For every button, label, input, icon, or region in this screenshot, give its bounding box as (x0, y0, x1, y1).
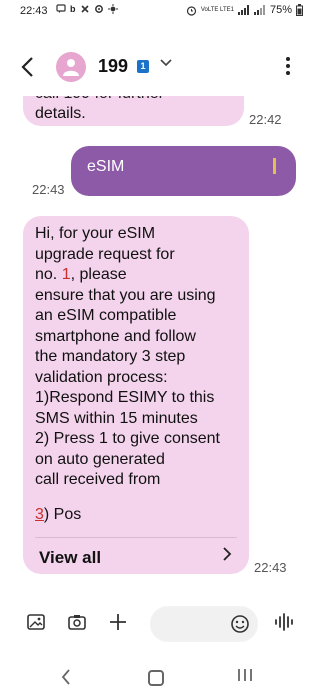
view-all-button[interactable]: View all (39, 548, 101, 568)
battery-text: 75% (269, 4, 292, 16)
outgoing-message[interactable]: eSIM (71, 146, 296, 196)
plus-icon[interactable] (108, 612, 130, 634)
nav-recents-button[interactable] (236, 666, 254, 689)
more-options-button[interactable] (283, 54, 293, 80)
message-text-last: 3) Pos (35, 505, 237, 525)
chevron-left-icon (21, 57, 33, 77)
cursor-mark (273, 158, 276, 174)
battery-icon (296, 4, 303, 16)
dot (286, 71, 290, 75)
dot (286, 64, 290, 68)
back-button[interactable] (18, 54, 44, 80)
status-right: VoLTE LTE1 75% (186, 4, 303, 16)
message-text: eSIM (87, 158, 125, 175)
status-bar: 22:43 b VoLTE LTE1 75% (0, 0, 315, 24)
message-text: Hi, for your eSIM upgrade request for no… (35, 224, 237, 491)
composer-bar (0, 598, 315, 650)
status-time: 22:43 (20, 5, 48, 17)
signal-icon (237, 5, 249, 15)
nav-back-button[interactable] (60, 668, 72, 692)
nav-home-button[interactable] (148, 670, 164, 686)
alarm-icon (186, 5, 196, 16)
link-number[interactable]: 3 (35, 506, 44, 523)
camera-icon[interactable] (67, 612, 89, 634)
redacted-number: 1 (61, 266, 71, 283)
person-icon (63, 59, 79, 76)
network-label: VoLTE LTE1 (200, 7, 234, 13)
sun-icon (107, 4, 118, 14)
x-icon (80, 5, 89, 13)
chevron-right-icon[interactable] (221, 546, 233, 567)
message-text-partial: call 199 for further (35, 96, 232, 104)
emoji-icon[interactable] (230, 614, 250, 639)
divider (35, 537, 237, 538)
voice-icon[interactable] (274, 612, 296, 634)
message-list[interactable]: call 199 for further details. 22:42 eSIM… (0, 96, 315, 586)
message-icon (56, 4, 66, 13)
signal-icon (253, 5, 265, 15)
chevron-down-icon[interactable] (160, 57, 172, 71)
message-input[interactable] (150, 606, 258, 642)
system-nav-bar (0, 664, 315, 700)
avatar[interactable] (56, 52, 86, 82)
gallery-icon[interactable] (26, 612, 48, 634)
notification-icons: b (56, 4, 118, 14)
message-text: details. (35, 105, 86, 122)
message-text-part: , please ensure that you are using an eS… (35, 266, 220, 488)
message-text-part: ) Pos (43, 505, 82, 523)
incoming-message[interactable]: call 199 for further details. (23, 96, 244, 126)
message-time: 22:43 (32, 182, 65, 197)
dot (286, 57, 290, 61)
message-time: 22:42 (249, 112, 282, 127)
incoming-message[interactable]: Hi, for your eSIM upgrade request for no… (23, 216, 249, 574)
sim-badge: 1 (137, 60, 149, 73)
b-icon: b (70, 4, 76, 14)
message-time: 22:43 (254, 560, 287, 575)
conversation-header: 199 1 (0, 40, 315, 96)
gear-icon (94, 5, 103, 13)
contact-name[interactable]: 199 (98, 56, 128, 77)
